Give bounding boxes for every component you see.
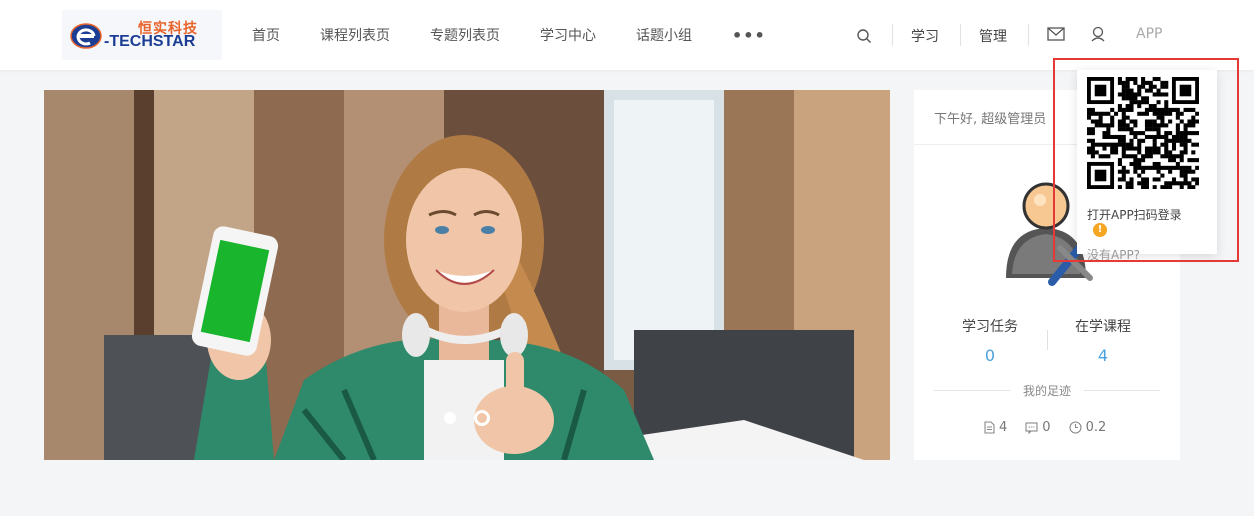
document-icon: [984, 421, 995, 434]
top-header: 恒实科技 -TECHSTAR 首页 课程列表页 专题列表页 学习中心 话题小组 …: [0, 0, 1254, 70]
footprint-notes[interactable]: 4: [984, 420, 1007, 435]
search-icon[interactable]: [856, 28, 872, 44]
stat-label: 在学课程: [1075, 319, 1131, 335]
footprint-value: 4: [999, 420, 1008, 435]
footprint-value: 0: [1042, 420, 1051, 435]
manage-link[interactable]: 管理: [979, 26, 1007, 46]
hero-carousel[interactable]: [44, 90, 890, 460]
carousel-indicators: [444, 410, 490, 426]
footprint-comments[interactable]: 0: [1025, 420, 1051, 435]
stat-label: 学习任务: [962, 319, 1018, 335]
footprint-time[interactable]: 0.2: [1069, 420, 1107, 435]
user-icon[interactable]: [1090, 26, 1106, 42]
header-toolbar: 学习 管理 APP: [0, 0, 1254, 70]
app-link[interactable]: APP: [1136, 26, 1162, 42]
clock-icon: [1069, 421, 1082, 434]
toolbar-divider: [1028, 24, 1029, 46]
stat-courses[interactable]: 在学课程 4: [1048, 316, 1158, 365]
warning-icon: !: [1093, 223, 1107, 237]
no-app-link[interactable]: 没有APP?: [1087, 246, 1140, 263]
greeting-text: 下午好, 超级管理员: [934, 112, 1047, 127]
carousel-dot-active[interactable]: [474, 410, 490, 426]
toolbar-divider: [960, 24, 961, 46]
footprint-heading: 我的足迹: [934, 382, 1160, 398]
footprint-value: 0.2: [1085, 420, 1107, 435]
toolbar-divider: [892, 24, 893, 46]
study-link[interactable]: 学习: [911, 26, 939, 46]
app-qr-popup: 打开APP扫码登录 ! 没有APP?: [1077, 70, 1217, 262]
stat-value: 4: [1097, 346, 1109, 365]
comment-icon: [1025, 421, 1038, 434]
footprint-stats: 4 0 0.2: [984, 420, 1106, 435]
qr-code-icon[interactable]: [1087, 77, 1199, 189]
stat-value: 0: [984, 346, 996, 365]
divider: [1084, 390, 1160, 391]
banner-image: [44, 90, 890, 460]
carousel-dot[interactable]: [444, 412, 456, 424]
stat-tasks[interactable]: 学习任务 0: [935, 316, 1045, 365]
qr-scan-text: 打开APP扫码登录: [1087, 208, 1182, 222]
mail-icon[interactable]: [1047, 27, 1065, 41]
